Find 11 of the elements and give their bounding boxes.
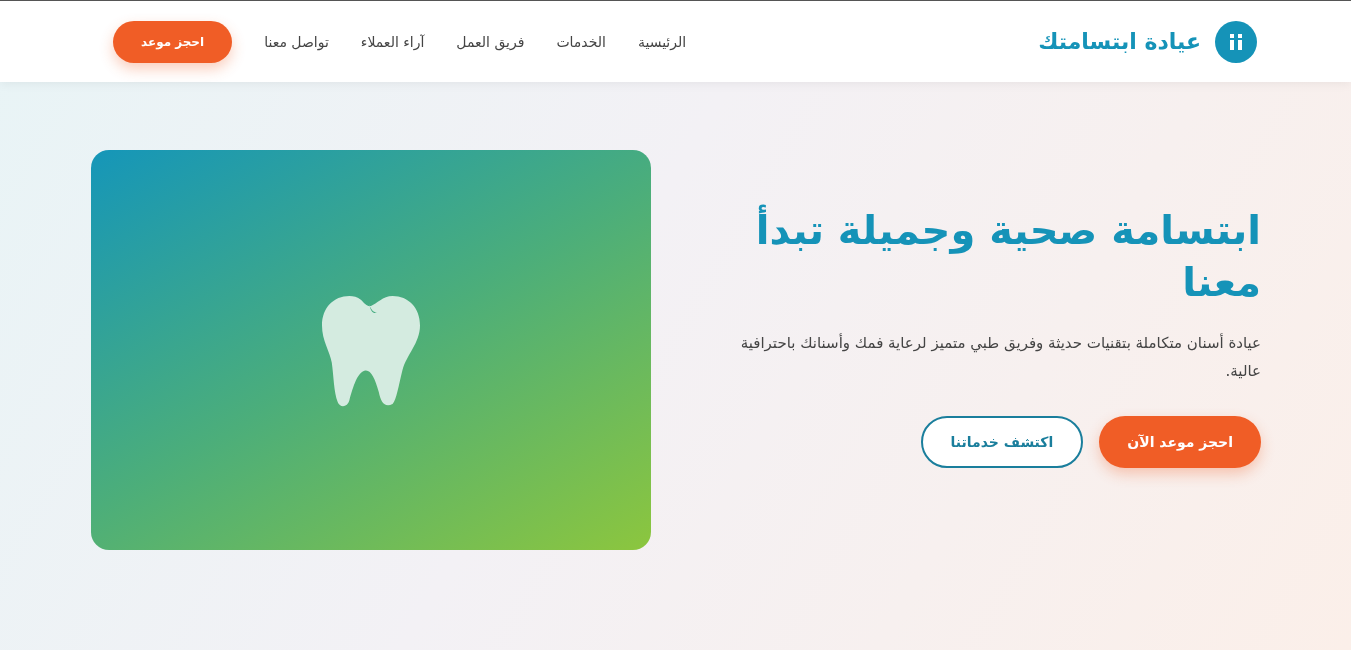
hero-text: عيادة أسنان متكاملة بتقنيات حديثة وفريق طبي متميز لرعاية فمك وأسنانك باحترافية عالية. (739, 332, 1261, 382)
brand-name: عيادة ابتسامتك (1038, 29, 1201, 54)
nav-link[interactable]: الخدمات (556, 33, 606, 50)
hero-title: ابتسامة صحية وجميلة تبدأ معنا (701, 204, 1261, 308)
nav-link[interactable]: فريق العمل (456, 33, 525, 50)
tooth-icon (322, 293, 420, 407)
logo-icon (1215, 20, 1257, 63)
nav-link[interactable]: آراء العملاء (360, 33, 425, 50)
services-button[interactable]: اكتشف خدماتنا (920, 415, 1084, 468)
nav-link[interactable]: تواصل معنا (264, 33, 329, 50)
nav-link[interactable]: الرئيسية (637, 33, 687, 50)
